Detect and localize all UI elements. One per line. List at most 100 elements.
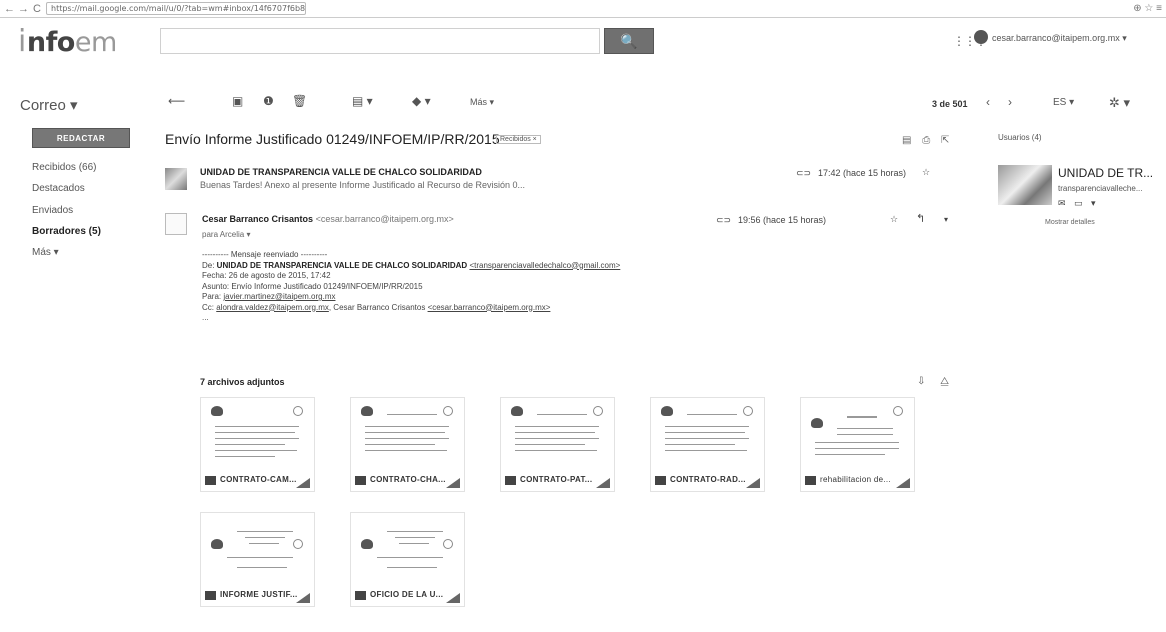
logo-tail: em <box>74 27 117 58</box>
attachment-thumbnail <box>357 519 457 579</box>
prev-icon[interactable]: ‹ <box>986 95 990 109</box>
reply-icon[interactable]: ↰ <box>916 212 925 225</box>
download-all-icons[interactable]: ⇩ ⧋ <box>917 376 955 387</box>
sender-email: <cesar.barranco@itaipem.org.mx> <box>315 214 454 224</box>
people-panel-title: Usuarios (4) <box>998 133 1042 142</box>
attachment-card[interactable]: OFICIO DE LA U... <box>350 512 465 607</box>
page-fold-icon <box>296 478 310 488</box>
forward-to-email[interactable]: javier.martinez@itaipem.org.mx <box>223 292 335 301</box>
logo-main: nfo <box>26 27 76 58</box>
more-button[interactable]: Más ▾ <box>470 97 494 108</box>
message-snippet[interactable]: Buenas Tardes! Anexo al presente Informe… <box>200 180 525 190</box>
attachment-thumbnail <box>357 404 457 464</box>
pdf-icon <box>205 476 216 485</box>
person-photo[interactable] <box>998 165 1052 205</box>
attachment-thumbnail <box>207 519 307 579</box>
message-time: 19:56 (hace 15 horas) <box>738 215 827 225</box>
sender-avatar <box>165 168 187 190</box>
move-to-folder-icon[interactable]: ▤ ▾ <box>352 94 373 108</box>
report-spam-icon[interactable]: ❶ <box>263 94 274 108</box>
attachment-card[interactable]: CONTRATO-PAT... <box>500 397 615 492</box>
recipient-toggle[interactable]: para Arcelia ▾ <box>202 230 250 239</box>
attachments-title: 7 archivos adjuntos <box>200 377 285 387</box>
attachment-filename: CONTRATO-RAD... <box>670 475 746 484</box>
browser-icons[interactable]: ⊕ ☆ ≡ <box>1133 3 1162 14</box>
archive-icon[interactable]: ▣ <box>232 94 243 108</box>
compose-button[interactable]: REDACTAR <box>32 128 130 148</box>
person-name[interactable]: UNIDAD DE TR... <box>1058 166 1153 180</box>
address-bar[interactable]: https://mail.google.com/mail/u/0/?tab=wm… <box>46 2 306 15</box>
sidebar-item-starred[interactable]: Destacados <box>32 183 85 194</box>
pdf-icon <box>505 476 516 485</box>
pdf-icon <box>205 591 216 600</box>
pdf-icon <box>355 591 366 600</box>
person-action-icons[interactable]: ✉ ▭ ▾ <box>1058 198 1099 209</box>
message-time: 17:42 (hace 15 horas) <box>818 168 907 178</box>
next-icon[interactable]: › <box>1008 95 1012 109</box>
inbox-label-chip[interactable]: Recibidos × <box>496 135 541 144</box>
page-fold-icon <box>296 593 310 603</box>
attachment-filename: INFORME JUSTIF... <box>220 590 298 599</box>
mail-app-switcher[interactable]: Correo ▾ <box>20 96 78 114</box>
pdf-icon <box>655 476 666 485</box>
thread-action-icons[interactable]: ▤ ⎙ ⇱ <box>902 135 953 146</box>
forward-icon[interactable]: → <box>18 3 29 15</box>
attachment-card[interactable]: CONTRATO-CHA... <box>350 397 465 492</box>
pdf-icon <box>805 476 816 485</box>
sender-name: Cesar Barranco Crisantos <box>202 214 314 224</box>
attachment-thumbnail <box>507 404 607 464</box>
logo-lead: i <box>18 24 26 59</box>
forwarded-message: ---------- Mensaje reenviado ---------- … <box>202 250 620 324</box>
attachment-thumbnail <box>657 404 757 464</box>
sidebar-item-inbox[interactable]: Recibidos (66) <box>32 162 96 173</box>
person-email: transparenciavalleche... <box>1058 184 1143 193</box>
attachment-card[interactable]: CONTRATO-RAD... <box>650 397 765 492</box>
sidebar-item-sent[interactable]: Enviados <box>32 205 73 216</box>
attachment-thumbnail <box>807 404 907 464</box>
forward-cc-email[interactable]: alondra.valdez@itaipem.org.mx <box>216 303 329 312</box>
search-input[interactable] <box>160 28 600 54</box>
forward-to: Para: javier.martinez@itaipem.org.mx <box>202 292 620 303</box>
forward-from: De: UNIDAD DE TRANSPARENCIA VALLE DE CHA… <box>202 261 620 272</box>
forward-from-name: UNIDAD DE TRANSPARENCIA VALLE DE CHALCO … <box>216 260 468 270</box>
page-fold-icon <box>446 593 460 603</box>
reload-icon[interactable]: C <box>32 3 42 15</box>
notifications-icon[interactable] <box>974 30 988 44</box>
sidebar-item-more[interactable]: Más ▾ <box>32 247 59 258</box>
page-fold-icon <box>596 478 610 488</box>
back-to-inbox-icon[interactable]: ⟵ <box>168 94 185 108</box>
delete-icon[interactable]: 🗑 <box>292 94 307 108</box>
page-fold-icon <box>746 478 760 488</box>
show-details-link[interactable]: Mostrar detalles <box>1045 219 1095 226</box>
page-fold-icon <box>896 478 910 488</box>
message-sender[interactable]: UNIDAD DE TRANSPARENCIA VALLE DE CHALCO … <box>200 167 482 177</box>
forward-divider: ---------- Mensaje reenviado ---------- <box>202 250 328 259</box>
forward-cc-email[interactable]: <cesar.barranco@itaipem.org.mx> <box>428 303 551 312</box>
attachment-filename: CONTRATO-CHA... <box>370 475 446 484</box>
sidebar-item-drafts[interactable]: Borradores (5) <box>32 226 101 237</box>
pdf-icon <box>355 476 366 485</box>
back-icon[interactable]: ← <box>4 3 15 15</box>
star-icon[interactable]: ☆ <box>890 214 898 225</box>
attachment-card[interactable]: CONTRATO-CAM... <box>200 397 315 492</box>
chevron-down-icon[interactable]: ▾ <box>944 215 948 224</box>
attachment-thumbnail <box>207 404 307 464</box>
settings-gear-icon[interactable]: ✲ ▾ <box>1109 95 1130 111</box>
attachment-filename: OFICIO DE LA U... <box>370 590 444 599</box>
language-button[interactable]: ES ▾ <box>1053 97 1074 108</box>
message-sender[interactable]: Cesar Barranco Crisantos <cesar.barranco… <box>202 214 454 224</box>
infoem-logo[interactable]: infoem <box>18 24 117 59</box>
labels-icon[interactable]: ◆ ▾ <box>412 94 431 108</box>
thread-subject: Envío Informe Justificado 01249/INFOEM/I… <box>165 131 500 147</box>
forward-from-email[interactable]: <transparenciavalledechalco@gmail.com> <box>469 261 620 270</box>
forward-cc: Cc: alondra.valdez@itaipem.org.mx, Cesar… <box>202 303 620 314</box>
show-trimmed-content[interactable]: ... <box>202 313 620 324</box>
account-email[interactable]: cesar.barranco@itaipem.org.mx ▾ <box>992 33 1127 44</box>
attachment-card[interactable]: INFORME JUSTIF... <box>200 512 315 607</box>
attachment-card[interactable]: rehabilitacion de... <box>800 397 915 492</box>
forward-to-prefix: Para: <box>202 292 224 301</box>
forward-from-prefix: De: <box>202 260 217 270</box>
star-icon[interactable]: ☆ <box>922 167 930 178</box>
attachment-filename: CONTRATO-PAT... <box>520 475 593 484</box>
search-button[interactable]: 🔍 <box>604 28 654 54</box>
